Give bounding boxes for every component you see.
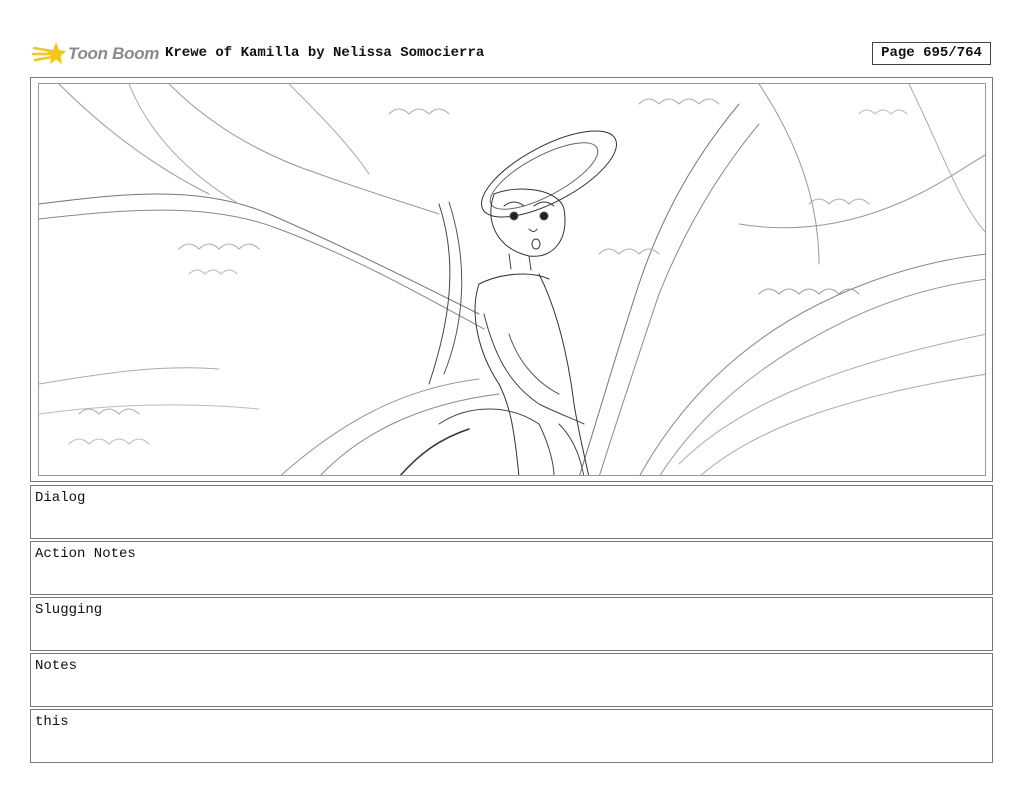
document-title: Krewe of Kamilla by Nelissa Somocierra: [165, 45, 485, 61]
notes-label: Notes: [35, 658, 78, 674]
brand-name: Toon Boom: [68, 44, 160, 63]
dialog-field[interactable]: Dialog: [30, 485, 993, 539]
storyboard-panel: [30, 77, 993, 482]
dialog-label: Dialog: [35, 490, 86, 506]
extra-notes-field[interactable]: this: [30, 709, 993, 763]
panel-image: [38, 83, 986, 476]
toon-boom-logo: Toon Boom: [32, 38, 159, 70]
action-notes-label: Action Notes: [35, 546, 136, 562]
notes-field[interactable]: Notes: [30, 653, 993, 707]
sketch-drawing-icon: [39, 84, 985, 475]
extra-notes-label: this: [35, 714, 69, 730]
slugging-label: Slugging: [35, 602, 103, 618]
slugging-field[interactable]: Slugging: [30, 597, 993, 651]
action-notes-field[interactable]: Action Notes: [30, 541, 993, 595]
toon-boom-star-logo-icon: [32, 42, 66, 64]
page-number: Page 695/764: [872, 42, 991, 65]
